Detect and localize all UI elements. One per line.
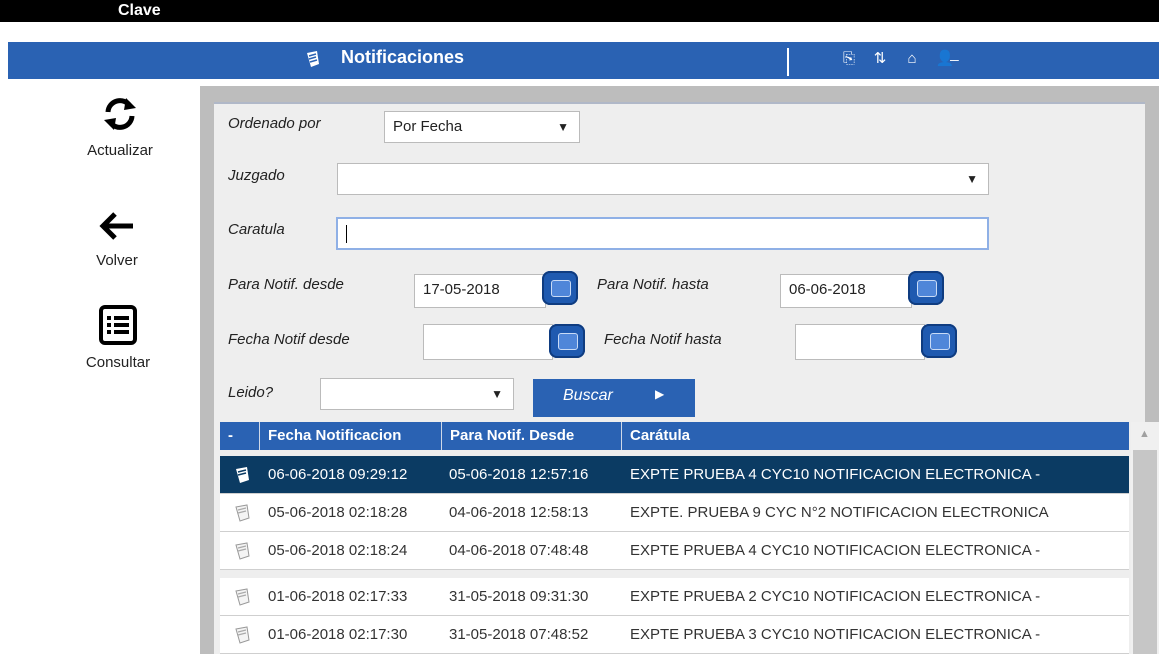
fecha-desde-input[interactable]: [423, 324, 553, 360]
calendar-icon[interactable]: [542, 271, 578, 305]
para-hasta-value: 06-06-2018: [789, 281, 866, 298]
caratula-cell: EXPTE PRUEBA 4 CYC10 NOTIFICACION ELECTR…: [630, 542, 1041, 559]
calendar-icon[interactable]: [549, 324, 585, 358]
search-button[interactable]: Buscar ▶: [533, 379, 695, 417]
notification-icon: [235, 626, 250, 644]
back-button[interactable]: Volver: [62, 208, 172, 269]
fecha-hasta-label: Fecha Notif hasta: [604, 331, 722, 348]
caratula-cell: EXPTE PRUEBA 2 CYC10 NOTIFICACION ELECTR…: [630, 588, 1041, 605]
fecha-cell: 06-06-2018 09:29:12: [268, 466, 408, 483]
refresh-label: Actualizar: [87, 142, 153, 159]
home-icon[interactable]: ⌂: [903, 49, 921, 69]
scroll-up-icon[interactable]: ▲: [1139, 428, 1150, 440]
notification-icon: [235, 504, 250, 522]
scrollbar-thumb[interactable]: [1133, 450, 1157, 654]
header-divider: [787, 48, 789, 76]
switch-icon[interactable]: ⇅: [871, 49, 889, 69]
fecha-cell: 05-06-2018 02:18:24: [268, 542, 408, 559]
notification-icon: [235, 588, 250, 606]
export-icon[interactable]: ⎘: [840, 49, 858, 69]
ordenado-select[interactable]: Por Fecha ▼: [384, 111, 580, 143]
calendar-icon[interactable]: [921, 324, 957, 358]
table-row[interactable]: 05-06-2018 02:18:24 04-06-2018 07:48:48 …: [220, 532, 1129, 570]
fecha-cell: 01-06-2018 02:17:30: [268, 626, 408, 643]
fecha-cell: 05-06-2018 02:18:28: [268, 504, 408, 521]
app-title: Clave: [118, 2, 161, 19]
table-scrollbar[interactable]: ▲: [1131, 422, 1159, 654]
para-desde-label: Para Notif. desde: [228, 276, 344, 293]
chevron-down-icon: ▼: [966, 172, 978, 186]
desde-cell: 31-05-2018 07:48:52: [449, 626, 589, 643]
page-title: Notificaciones: [341, 47, 465, 67]
calendar-icon[interactable]: [908, 271, 944, 305]
fecha-cell: 01-06-2018 02:17:33: [268, 588, 408, 605]
para-desde-input[interactable]: 17-05-2018: [414, 274, 546, 308]
caratula-input[interactable]: [336, 217, 989, 250]
column-header-select[interactable]: -: [220, 422, 260, 450]
list-icon: [99, 305, 137, 345]
ordenado-label: Ordenado por: [228, 115, 321, 132]
search-button-label: Buscar: [563, 387, 613, 404]
desde-cell: 05-06-2018 12:57:16: [449, 466, 589, 483]
logout-user-icon[interactable]: 👤̶: [933, 49, 957, 69]
caratula-cell: EXPTE PRUEBA 4 CYC10 NOTIFICACION ELECTR…: [630, 466, 1041, 483]
table-row[interactable]: 01-06-2018 02:17:30 31-05-2018 07:48:52 …: [220, 616, 1129, 654]
table-row[interactable]: 05-06-2018 02:18:28 04-06-2018 12:58:13 …: [220, 494, 1129, 532]
caratula-label: Caratula: [228, 221, 285, 238]
caratula-cell: EXPTE PRUEBA 3 CYC10 NOTIFICACION ELECTR…: [630, 626, 1041, 643]
desde-cell: 04-06-2018 07:48:48: [449, 542, 589, 559]
header-bar: Notificaciones ⎘ ⇅ ⌂ 👤̶: [8, 42, 1159, 79]
refresh-button[interactable]: Actualizar: [65, 94, 175, 159]
notification-icon: [236, 467, 249, 483]
desde-cell: 31-05-2018 09:31:30: [449, 588, 589, 605]
text-cursor: [346, 225, 347, 244]
top-bar: Clave: [0, 0, 1159, 22]
notification-icon: [235, 542, 250, 560]
play-icon: ▶: [655, 387, 665, 401]
chevron-down-icon: ▼: [557, 120, 569, 134]
table-row[interactable]: 01-06-2018 02:17:33 31-05-2018 09:31:30 …: [220, 578, 1129, 616]
column-header-fecha[interactable]: Fecha Notificacion: [260, 422, 442, 450]
table-row[interactable]: 06-06-2018 09:29:12 05-06-2018 12:57:16 …: [220, 456, 1129, 494]
caratula-cell: EXPTE. PRUEBA 9 CYC N°2 NOTIFICACION ELE…: [630, 504, 1049, 521]
table-header: - Fecha Notificacion Para Notif. Desde C…: [220, 422, 1129, 450]
ordenado-value: Por Fecha: [393, 118, 463, 135]
para-hasta-label: Para Notif. hasta: [597, 276, 709, 293]
para-desde-value: 17-05-2018: [423, 281, 500, 298]
refresh-icon: [104, 98, 136, 130]
column-header-caratula[interactable]: Carátula: [622, 422, 1129, 450]
fecha-hasta-input[interactable]: [795, 324, 925, 360]
back-label: Volver: [96, 252, 138, 269]
desde-cell: 04-06-2018 12:58:13: [449, 504, 589, 521]
column-header-desde[interactable]: Para Notif. Desde: [442, 422, 622, 450]
consult-button[interactable]: Consultar: [63, 304, 173, 371]
consult-label: Consultar: [85, 354, 151, 371]
para-hasta-input[interactable]: 06-06-2018: [780, 274, 912, 308]
juzgado-label: Juzgado: [228, 167, 285, 184]
leido-label: Leido?: [228, 384, 274, 401]
fecha-desde-label: Fecha Notif desde: [228, 331, 350, 348]
leido-select[interactable]: ▼: [320, 378, 514, 410]
juzgado-select[interactable]: ▼: [337, 163, 989, 195]
arrow-left-icon: [99, 212, 133, 240]
notification-icon: [307, 51, 319, 67]
chevron-down-icon: ▼: [491, 387, 503, 401]
